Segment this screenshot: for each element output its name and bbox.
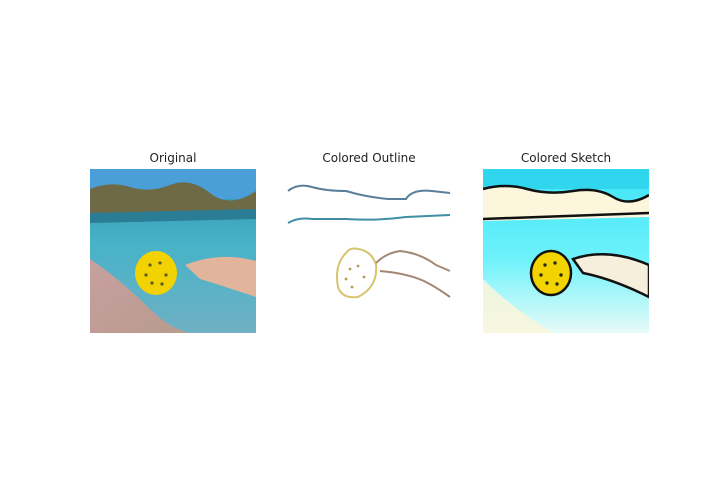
panel-title: Colored Sketch [520,151,612,165]
outline-image [286,169,452,333]
original-photo [90,169,256,333]
sketch-image [483,169,649,333]
